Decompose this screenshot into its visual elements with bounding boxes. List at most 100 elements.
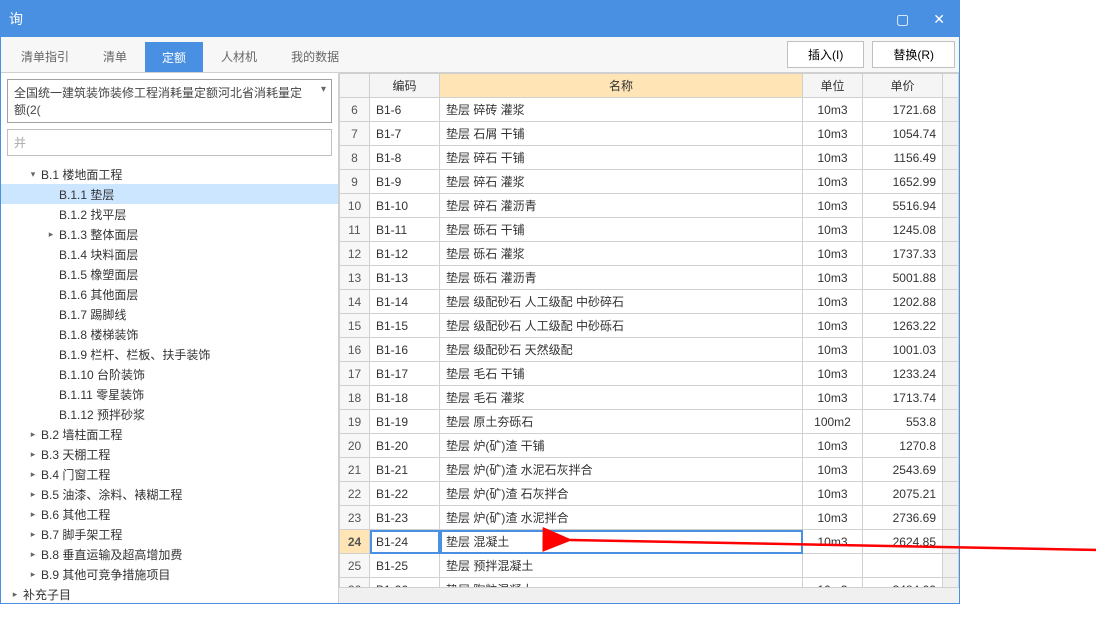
expand-icon[interactable]: ▸ <box>27 509 39 520</box>
cell-unit[interactable]: 10m3 <box>803 338 863 362</box>
cell-unit[interactable]: 100m2 <box>803 410 863 434</box>
row-number[interactable]: 16 <box>340 338 370 362</box>
row-number[interactable]: 8 <box>340 146 370 170</box>
cell-code[interactable]: B1-8 <box>370 146 440 170</box>
cell-price[interactable]: 5001.88 <box>863 266 943 290</box>
cell-code[interactable]: B1-11 <box>370 218 440 242</box>
cell-name[interactable]: 垫层 陶粒混凝土 <box>440 578 803 588</box>
table-row[interactable]: 15B1-15垫层 级配砂石 人工级配 中砂砾石10m31263.22 <box>340 314 959 338</box>
tree-item[interactable]: ▸B.6 其他工程 <box>1 504 338 524</box>
table-row[interactable]: 9B1-9垫层 碎石 灌浆10m31652.99 <box>340 170 959 194</box>
tree-item[interactable]: ▸B.4 门窗工程 <box>1 464 338 484</box>
minimize-icon[interactable]: ▢ <box>890 9 915 30</box>
table-row[interactable]: 21B1-21垫层 炉(矿)渣 水泥石灰拌合10m32543.69 <box>340 458 959 482</box>
table-row[interactable]: 16B1-16垫层 级配砂石 天然级配10m31001.03 <box>340 338 959 362</box>
cell-code[interactable]: B1-9 <box>370 170 440 194</box>
cell-unit[interactable]: 10m3 <box>803 386 863 410</box>
cell-unit[interactable]: 10m3 <box>803 170 863 194</box>
tree-item[interactable]: B.1.7 踢脚线 <box>1 304 338 324</box>
cell-name[interactable]: 垫层 原土夯砾石 <box>440 410 803 434</box>
category-tree[interactable]: ▾B.1 楼地面工程B.1.1 垫层B.1.2 找平层▸B.1.3 整体面层B.… <box>1 162 338 603</box>
tree-item[interactable]: B.1.4 块料面层 <box>1 244 338 264</box>
cell-unit[interactable]: 10m3 <box>803 98 863 122</box>
cell-price[interactable]: 1652.99 <box>863 170 943 194</box>
row-number[interactable]: 11 <box>340 218 370 242</box>
cell-code[interactable]: B1-13 <box>370 266 440 290</box>
row-number[interactable]: 17 <box>340 362 370 386</box>
cell-unit[interactable]: 10m3 <box>803 362 863 386</box>
cell-name[interactable]: 垫层 砾石 灌沥青 <box>440 266 803 290</box>
tree-item[interactable]: B.1.5 橡塑面层 <box>1 264 338 284</box>
cell-name[interactable]: 垫层 砾石 干铺 <box>440 218 803 242</box>
insert-button[interactable]: 插入(I) <box>787 41 864 68</box>
tree-item[interactable]: ▸B.9 其他可竞争措施项目 <box>1 564 338 584</box>
expand-icon[interactable]: ▸ <box>27 489 39 500</box>
cell-unit[interactable]: 10m3 <box>803 458 863 482</box>
expand-icon[interactable]: ▸ <box>27 529 39 540</box>
cell-name[interactable]: 垫层 炉(矿)渣 石灰拌合 <box>440 482 803 506</box>
cell-code[interactable]: B1-7 <box>370 122 440 146</box>
table-row[interactable]: 8B1-8垫层 碎石 干铺10m31156.49 <box>340 146 959 170</box>
cell-name[interactable]: 垫层 砾石 灌浆 <box>440 242 803 266</box>
cell-price[interactable]: 1054.74 <box>863 122 943 146</box>
row-number[interactable]: 21 <box>340 458 370 482</box>
cell-name[interactable]: 垫层 碎砖 灌浆 <box>440 98 803 122</box>
cell-unit[interactable]: 10m3 <box>803 506 863 530</box>
cell-name[interactable]: 垫层 级配砂石 天然级配 <box>440 338 803 362</box>
table-row[interactable]: 10B1-10垫层 碎石 灌沥青10m35516.94 <box>340 194 959 218</box>
cell-price[interactable]: 1263.22 <box>863 314 943 338</box>
expand-icon[interactable]: ▸ <box>9 589 21 600</box>
cell-code[interactable]: B1-15 <box>370 314 440 338</box>
table-row[interactable]: 19B1-19垫层 原土夯砾石100m2553.8 <box>340 410 959 434</box>
tree-item[interactable]: B.1.10 台阶装饰 <box>1 364 338 384</box>
table-row[interactable]: 22B1-22垫层 炉(矿)渣 石灰拌合10m32075.21 <box>340 482 959 506</box>
cell-price[interactable]: 1202.88 <box>863 290 943 314</box>
cell-unit[interactable]: 10m3 <box>803 266 863 290</box>
cell-code[interactable]: B1-16 <box>370 338 440 362</box>
row-number[interactable]: 20 <box>340 434 370 458</box>
cell-code[interactable]: B1-14 <box>370 290 440 314</box>
row-number[interactable]: 7 <box>340 122 370 146</box>
cell-unit[interactable]: 10m3 <box>803 290 863 314</box>
cell-price[interactable]: 553.8 <box>863 410 943 434</box>
cell-unit[interactable]: 10m3 <box>803 194 863 218</box>
cell-name[interactable]: 垫层 预拌混凝土 <box>440 554 803 578</box>
cell-price[interactable]: 1156.49 <box>863 146 943 170</box>
expand-icon[interactable]: ▸ <box>27 449 39 460</box>
row-number[interactable]: 12 <box>340 242 370 266</box>
cell-unit[interactable]: 10m3 <box>803 242 863 266</box>
table-row[interactable]: 20B1-20垫层 炉(矿)渣 干铺10m31270.8 <box>340 434 959 458</box>
cell-name[interactable]: 垫层 级配砂石 人工级配 中砂砾石 <box>440 314 803 338</box>
cell-unit[interactable] <box>803 554 863 578</box>
col-code[interactable]: 编码 <box>370 74 440 98</box>
row-number[interactable]: 24 <box>340 530 370 554</box>
cell-unit[interactable]: 10m3 <box>803 578 863 588</box>
data-grid[interactable]: 编码 名称 单位 单价 6B1-6垫层 碎砖 灌浆10m31721.687B1-… <box>339 73 959 587</box>
cell-price[interactable]: 1721.68 <box>863 98 943 122</box>
tree-item[interactable]: B.1.6 其他面层 <box>1 284 338 304</box>
expand-icon[interactable]: ▸ <box>27 549 39 560</box>
tree-item[interactable]: B.1.9 栏杆、栏板、扶手装饰 <box>1 344 338 364</box>
cell-price[interactable]: 1713.74 <box>863 386 943 410</box>
cell-name[interactable]: 垫层 石屑 干铺 <box>440 122 803 146</box>
tree-item[interactable]: ▸B.7 脚手架工程 <box>1 524 338 544</box>
tree-item[interactable]: B.1.11 零星装饰 <box>1 384 338 404</box>
tab-material[interactable]: 人材机 <box>205 42 273 71</box>
tab-list[interactable]: 清单 <box>87 42 143 71</box>
cell-code[interactable]: B1-12 <box>370 242 440 266</box>
cell-price[interactable] <box>863 554 943 578</box>
cell-code[interactable]: B1-23 <box>370 506 440 530</box>
tree-item[interactable]: ▾B.1 楼地面工程 <box>1 164 338 184</box>
cell-price[interactable]: 1245.08 <box>863 218 943 242</box>
cell-name[interactable]: 垫层 炉(矿)渣 水泥拌合 <box>440 506 803 530</box>
tree-item[interactable]: ▸B.8 垂直运输及超高增加费 <box>1 544 338 564</box>
cell-unit[interactable]: 10m3 <box>803 314 863 338</box>
table-row[interactable]: 25B1-25垫层 预拌混凝土 <box>340 554 959 578</box>
cell-name[interactable]: 垫层 毛石 灌浆 <box>440 386 803 410</box>
cell-price[interactable]: 1270.8 <box>863 434 943 458</box>
cell-name[interactable]: 垫层 级配砂石 人工级配 中砂碎石 <box>440 290 803 314</box>
cell-name[interactable]: 垫层 碎石 灌沥青 <box>440 194 803 218</box>
tree-item[interactable]: ▸B.5 油漆、涂料、裱糊工程 <box>1 484 338 504</box>
cell-code[interactable]: B1-19 <box>370 410 440 434</box>
cell-price[interactable]: 1001.03 <box>863 338 943 362</box>
